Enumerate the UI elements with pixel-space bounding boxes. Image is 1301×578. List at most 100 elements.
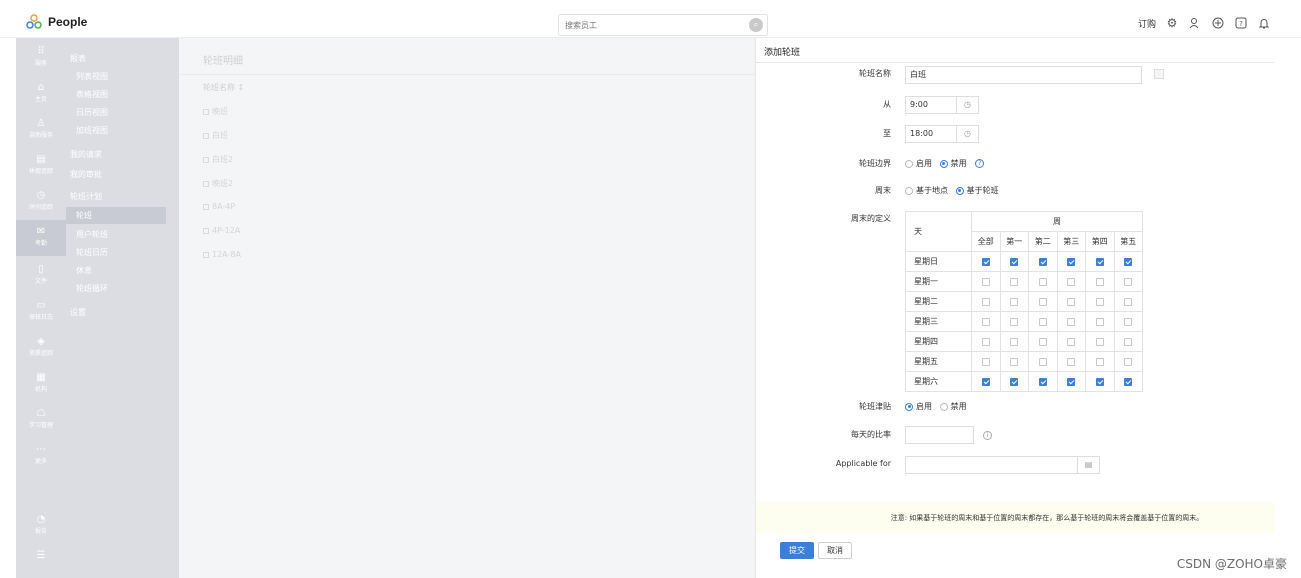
list-item[interactable]: 白班2	[203, 154, 233, 165]
add-circle-icon[interactable]	[1211, 16, 1225, 30]
subnav-shift-plan[interactable]: 轮班计划	[70, 191, 102, 202]
subnav-settings[interactable]: 设置	[70, 307, 86, 318]
weekend-checkbox[interactable]	[981, 377, 990, 386]
list-item[interactable]: 8A-4P	[203, 202, 235, 211]
weekend-checkbox[interactable]	[1124, 337, 1133, 346]
subnav-breaks[interactable]: 休息	[76, 265, 92, 276]
weekend-checkbox[interactable]	[1067, 337, 1076, 346]
rail-item-services[interactable]: ⠿ 服务	[16, 46, 66, 67]
rail-item-reports[interactable]: ◔ 报告	[16, 514, 66, 535]
row-checkbox[interactable]	[203, 132, 209, 139]
weekend-checkbox[interactable]	[1095, 377, 1104, 386]
cancel-button[interactable]: 取消	[818, 542, 852, 559]
weekend-checkbox[interactable]	[981, 317, 990, 326]
rail-collapse[interactable]: ☰	[16, 550, 66, 562]
weekend-checkbox[interactable]	[981, 257, 990, 266]
bell-icon[interactable]	[1257, 16, 1271, 30]
weekend-checkbox[interactable]	[1010, 317, 1019, 326]
weekend-shift-radio[interactable]	[955, 186, 964, 195]
weekend-checkbox[interactable]	[1124, 317, 1133, 326]
list-item[interactable]: 12A-8A	[203, 250, 241, 259]
subnav-my-requests[interactable]: 我的请求	[70, 149, 102, 160]
subnav-shift-rotation[interactable]: 轮班循环	[76, 283, 108, 294]
weekend-checkbox[interactable]	[1010, 257, 1019, 266]
list-item[interactable]: 4P-12A	[203, 226, 240, 235]
applicable-for-field[interactable]	[905, 456, 1078, 474]
color-picker[interactable]	[1154, 69, 1164, 79]
allowance-disable-radio[interactable]	[939, 402, 948, 411]
rail-item-learning[interactable]: ☖ 学习管理	[16, 408, 66, 429]
weekend-checkbox[interactable]	[1010, 377, 1019, 386]
weekend-checkbox[interactable]	[1038, 297, 1047, 306]
weekend-checkbox[interactable]	[1010, 357, 1019, 366]
boundary-enable-radio[interactable]	[905, 159, 913, 168]
weekend-checkbox[interactable]	[1067, 317, 1076, 326]
rail-item-audit[interactable]: ▭ 审核日志	[16, 300, 66, 321]
row-checkbox[interactable]	[203, 251, 209, 258]
app-logo[interactable]: People	[26, 14, 87, 30]
row-checkbox[interactable]	[203, 227, 209, 234]
weekend-checkbox[interactable]	[981, 297, 990, 306]
weekend-checkbox[interactable]	[981, 357, 990, 366]
weekend-checkbox[interactable]	[1067, 277, 1076, 286]
rail-item-self-service[interactable]: ♙ 自助服务	[16, 118, 66, 139]
weekend-checkbox[interactable]	[981, 277, 990, 286]
rail-item-attendance[interactable]: ✉ 考勤	[16, 220, 66, 256]
weekend-checkbox[interactable]	[1124, 377, 1133, 386]
help-icon[interactable]: ?	[975, 159, 985, 168]
weekend-checkbox[interactable]	[981, 337, 990, 346]
weekend-checkbox[interactable]	[1067, 297, 1076, 306]
subnav-my-approvals[interactable]: 我的审批	[70, 169, 102, 180]
weekend-checkbox[interactable]	[1038, 257, 1047, 266]
weekend-checkbox[interactable]	[1095, 277, 1104, 286]
list-item[interactable]: 晚班2	[203, 178, 233, 189]
weekend-checkbox[interactable]	[1067, 357, 1076, 366]
allowance-enable-radio[interactable]	[905, 402, 913, 411]
rail-item-org[interactable]: ▦ 机构	[16, 372, 66, 393]
weekend-checkbox[interactable]	[1095, 297, 1104, 306]
row-checkbox[interactable]	[203, 180, 209, 187]
subnav-calendar-view[interactable]: 日历视图	[76, 107, 108, 118]
weekend-checkbox[interactable]	[1038, 277, 1047, 286]
submit-button[interactable]: 提交	[780, 542, 814, 559]
subscribe-link[interactable]: 订购	[1138, 17, 1156, 30]
clock-icon[interactable]: ◷	[957, 96, 979, 114]
weekend-checkbox[interactable]	[1038, 317, 1047, 326]
weekend-checkbox[interactable]	[1124, 277, 1133, 286]
list-item[interactable]: 白班	[203, 130, 228, 141]
from-time-field[interactable]: 9:00	[905, 96, 957, 114]
rail-item-files[interactable]: ▯ 文件	[16, 264, 66, 285]
to-time-field[interactable]: 18:00	[905, 125, 957, 143]
search-box[interactable]: ⌕	[558, 14, 768, 36]
subnav-shift-calendar[interactable]: 轮班日历	[76, 247, 108, 258]
weekend-checkbox[interactable]	[1095, 257, 1104, 266]
shift-name-field[interactable]: 白班	[905, 66, 1142, 84]
column-header[interactable]: 轮班名称 ↕	[203, 82, 244, 93]
help-icon[interactable]: ?	[1234, 16, 1248, 30]
weekend-checkbox[interactable]	[1010, 297, 1019, 306]
rail-item-more[interactable]: ⋯ 更多	[16, 444, 66, 465]
subnav-overtime-view[interactable]: 加班视图	[76, 125, 108, 136]
weekend-checkbox[interactable]	[1124, 257, 1133, 266]
weekend-checkbox[interactable]	[1124, 297, 1133, 306]
boundary-disable-radio[interactable]	[939, 159, 948, 168]
gear-icon[interactable]: ⚙	[1165, 16, 1179, 30]
rail-item-time[interactable]: ◷ 时间追踪	[16, 190, 66, 211]
rail-item-qualification[interactable]: ◈ 资质追踪	[16, 336, 66, 357]
rail-item-home[interactable]: ⌂ 主页	[16, 82, 66, 103]
weekend-checkbox[interactable]	[1095, 337, 1104, 346]
search-input[interactable]	[559, 15, 739, 35]
list-picker-icon[interactable]: ▤	[1078, 456, 1100, 474]
weekend-checkbox[interactable]	[1010, 337, 1019, 346]
weekend-checkbox[interactable]	[1010, 277, 1019, 286]
row-checkbox[interactable]	[203, 108, 209, 115]
subnav-shifts[interactable]: 轮班	[66, 207, 166, 224]
weekend-checkbox[interactable]	[1095, 357, 1104, 366]
user-search-icon[interactable]	[1188, 16, 1202, 30]
weekend-checkbox[interactable]	[1067, 377, 1076, 386]
weekend-location-radio[interactable]	[905, 186, 913, 195]
subnav-list-view[interactable]: 列表视图	[76, 71, 108, 82]
weekend-checkbox[interactable]	[1038, 357, 1047, 366]
subnav-reports[interactable]: 报表	[70, 53, 86, 64]
info-icon[interactable]: i	[983, 431, 992, 440]
